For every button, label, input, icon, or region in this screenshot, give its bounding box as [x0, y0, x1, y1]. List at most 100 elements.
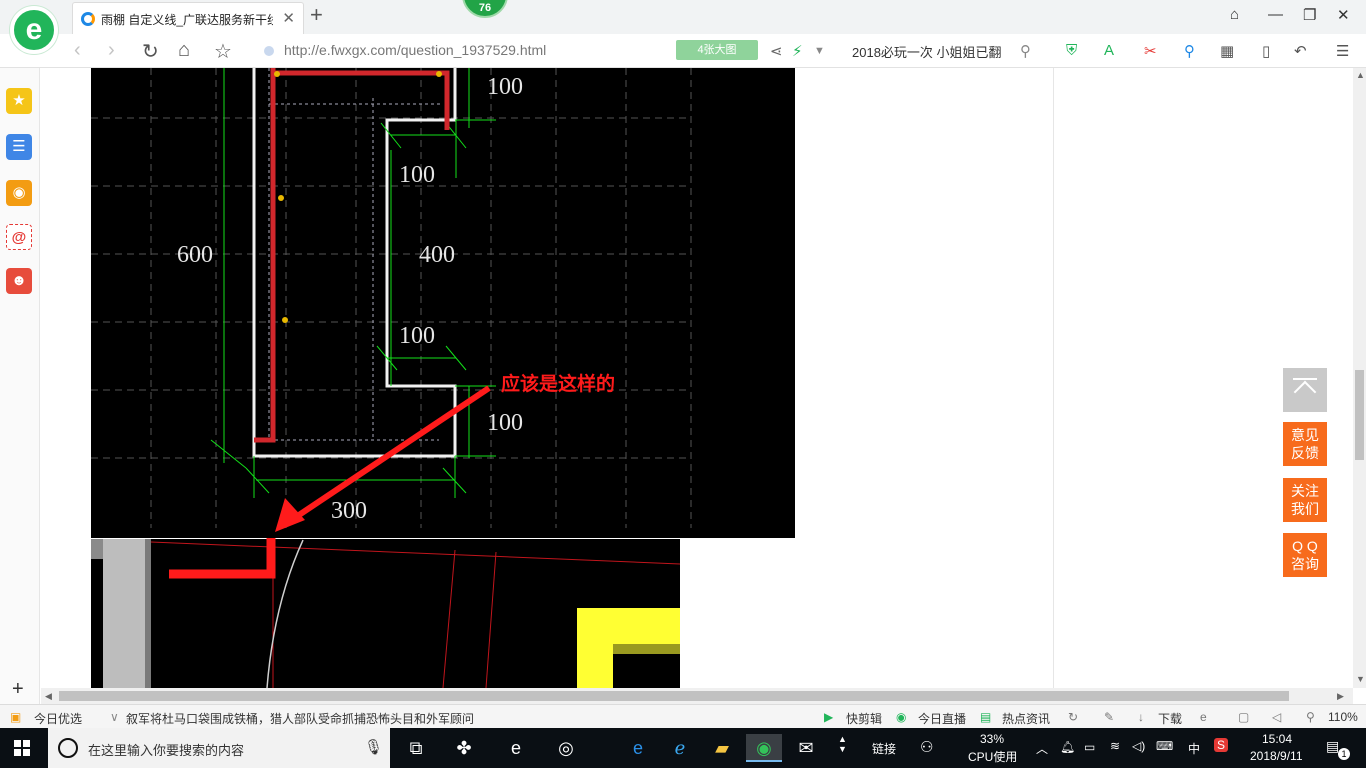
cortana-icon [58, 738, 78, 758]
edge-icon[interactable]: e [498, 734, 534, 762]
score-badge[interactable]: 76 [462, 0, 508, 18]
url-text[interactable]: http://e.fwxgx.com/question_1937529.html [284, 42, 546, 58]
refresh-status-icon[interactable]: ↻ [1068, 710, 1078, 724]
volume-icon[interactable]: ◁) [1132, 739, 1145, 753]
quick-clip-icon[interactable]: ▶ [824, 710, 833, 724]
today-pick-link[interactable]: 今日优选 [34, 710, 82, 727]
chevron-down-icon[interactable]: ▼ [814, 45, 825, 57]
browser-taskbar-icon[interactable]: ◉ [746, 734, 782, 762]
home-icon[interactable]: ⌂ [178, 39, 190, 62]
notification-count: 1 [1338, 748, 1350, 760]
favorites-star-icon[interactable]: ★ [6, 88, 32, 114]
ime-indicator[interactable]: 中 [1188, 740, 1200, 757]
scroll-up-icon[interactable]: ▲ [1356, 70, 1365, 80]
tab-bar: 雨棚 自定义线_广联达服务新干线 ✕ + 76 ⌂ — ❐ ✕ [0, 0, 1366, 34]
new-tab-button[interactable]: + [310, 2, 323, 28]
mute-icon[interactable]: ◁ [1272, 710, 1281, 724]
file-explorer-icon[interactable]: ▰ [704, 734, 740, 762]
page-content: 100 100 600 400 100 100 300 应该是这样的 意见 反馈… [41, 68, 1353, 688]
battery-icon[interactable]: ▭ [1084, 740, 1095, 754]
restore-icon[interactable]: ❐ [1303, 6, 1316, 24]
shield-icon[interactable]: ⛨ [1066, 42, 1077, 59]
scroll-down-icon[interactable]: ▼ [1356, 674, 1365, 684]
apps-icon[interactable]: ▦ [1220, 42, 1234, 60]
quick-clip-link[interactable]: 快剪辑 [846, 710, 882, 727]
clock-date[interactable]: 2018/9/11 [1250, 749, 1303, 763]
back-to-top-button[interactable] [1283, 368, 1327, 412]
download-icon[interactable]: ↓ [1138, 710, 1144, 724]
scissors-icon[interactable]: ✂ [1144, 42, 1157, 60]
close-window-icon[interactable]: ✕ [1337, 6, 1350, 24]
links-label[interactable]: 链接 [872, 740, 896, 757]
dim-inner-height: 400 [419, 242, 455, 268]
big-picture-button[interactable]: 4张大图 [676, 40, 758, 60]
reload-icon[interactable]: ↻ [142, 39, 159, 64]
feedback-button[interactable]: 意见 反馈 [1283, 422, 1327, 466]
ie-mode-icon[interactable]: e [1200, 710, 1207, 724]
live-icon[interactable]: ◉ [896, 710, 906, 724]
vertical-scrollbar[interactable]: ▲ ▼ [1353, 68, 1366, 688]
tablet-icon[interactable]: ▯ [1262, 42, 1270, 60]
reading-list-icon[interactable]: ☰ [6, 134, 32, 160]
tray-scroll-icon[interactable]: ▲ ▼ [838, 734, 847, 754]
bell-icon[interactable]: 🔔︎ [1060, 740, 1075, 754]
dim-inner-bottom: 100 [399, 323, 435, 349]
microphone-icon[interactable]: 🎙 [364, 738, 383, 756]
zoom-level[interactable]: 110% [1328, 710, 1358, 724]
search-hint[interactable]: 2018必玩一次 小姐姐已翻 [852, 42, 1032, 61]
right-panel-divider [1053, 68, 1054, 688]
fan-app-icon[interactable]: ✤ [446, 734, 482, 762]
vertical-scroll-thumb[interactable] [1355, 370, 1364, 460]
search-icon[interactable]: ⚲ [1020, 42, 1031, 60]
dim-bottom-right: 100 [487, 410, 523, 436]
qq-consult-button[interactable]: Q Q 咨询 [1283, 533, 1327, 577]
menu-icon[interactable]: ☰ [1336, 42, 1349, 60]
scroll-right-icon[interactable]: ▶ [1337, 691, 1344, 702]
wifi-icon[interactable]: ≋ [1110, 739, 1120, 753]
undo-icon[interactable]: ↶ [1294, 42, 1307, 60]
browser-logo[interactable]: e [10, 6, 58, 54]
back-icon[interactable]: ‹ [74, 39, 81, 62]
people-icon[interactable]: ⚇ [920, 738, 933, 756]
horizontal-scroll-thumb[interactable] [59, 691, 1289, 701]
tab-close-icon[interactable]: ✕ [282, 9, 295, 27]
forward-icon[interactable]: › [108, 39, 115, 62]
gift-icon[interactable]: ▣ [10, 710, 21, 724]
game-icon[interactable]: ☻ [6, 268, 32, 294]
window-icon[interactable]: ▢ [1238, 710, 1249, 724]
pin-icon[interactable]: ✎ [1104, 710, 1114, 724]
shirt-skin-icon[interactable]: ⌂ [1230, 6, 1239, 23]
hot-news-link[interactable]: 热点资讯 [1002, 710, 1050, 727]
keyboard-icon[interactable]: ⌨ [1156, 739, 1173, 753]
task-view-icon[interactable]: ⧉ [398, 734, 434, 762]
scroll-left-icon[interactable]: ◀ [45, 691, 52, 702]
magnifier-icon[interactable]: ⚲ [1184, 42, 1195, 60]
edge-blue-icon[interactable]: e [620, 734, 656, 762]
windows-start-icon[interactable] [14, 740, 30, 756]
live-link[interactable]: 今日直播 [918, 710, 966, 727]
weibo-icon[interactable]: ◉ [6, 180, 32, 206]
bookmark-star-icon[interactable]: ☆ [214, 39, 232, 64]
taskbar-search-box[interactable]: 在这里输入你要搜索的内容 🎙 [48, 728, 390, 768]
mail-taskbar-icon[interactable]: ✉ [788, 734, 824, 762]
minimize-icon[interactable]: — [1268, 6, 1283, 23]
zoom-icon[interactable]: ⚲ [1306, 710, 1315, 724]
download-link[interactable]: 下载 [1158, 710, 1182, 727]
sogou-input-icon[interactable]: S [1214, 738, 1229, 752]
cpu-percent: 33% [980, 732, 1005, 746]
browser-tab[interactable]: 雨棚 自定义线_广联达服务新干线 ✕ [72, 2, 304, 34]
mail-icon[interactable]: @ [6, 224, 32, 250]
horizontal-scrollbar[interactable]: ◀ ▶ [41, 688, 1353, 704]
news-ticker[interactable]: 叙军将杜马口袋围成铁桶，猎人部队受命抓捕恐怖头目和外军顾问 [126, 710, 474, 727]
share-icon[interactable]: ⋖ [770, 42, 783, 60]
swirl-app-icon[interactable]: ◎ [548, 734, 584, 762]
follow-us-button[interactable]: 关注 我们 [1283, 478, 1327, 522]
translate-icon[interactable]: A [1104, 42, 1114, 59]
tray-expand-icon[interactable]: ︿ [1036, 740, 1048, 757]
dim-bottom-width: 300 [331, 498, 367, 524]
lightning-icon[interactable]: ⚡ [792, 42, 803, 60]
internet-explorer-icon[interactable]: ℯ [662, 734, 698, 762]
hot-news-icon[interactable]: ▤ [980, 710, 991, 724]
add-sidebar-item-icon[interactable]: + [12, 678, 24, 701]
clock-time[interactable]: 15:04 [1262, 732, 1292, 746]
